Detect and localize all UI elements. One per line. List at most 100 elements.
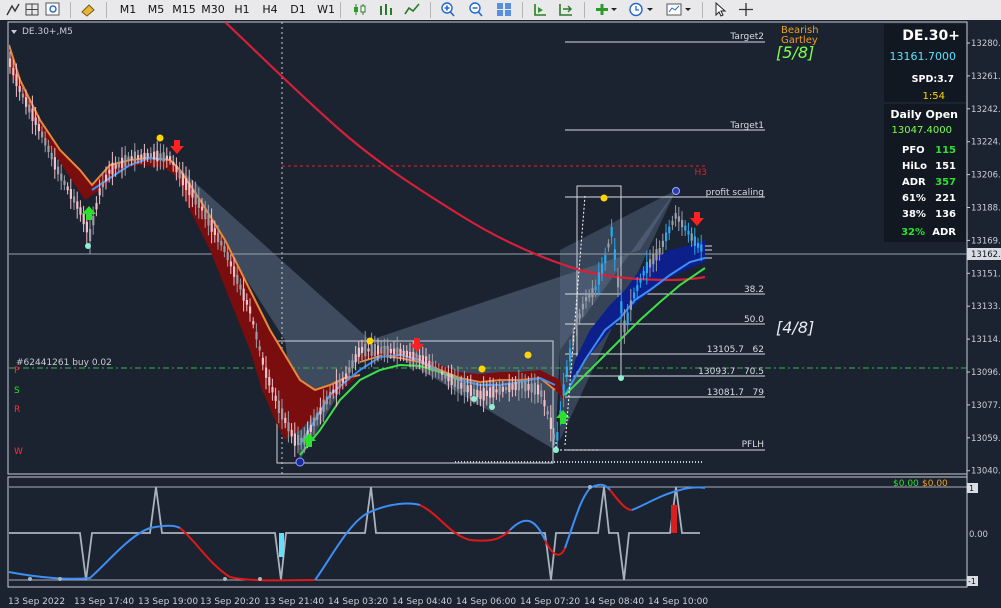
line-tool-icon[interactable]: [5, 2, 21, 17]
candle-body: [511, 384, 514, 390]
candle-body: [185, 177, 188, 191]
info-row-value: 151: [935, 161, 956, 172]
candle-body: [357, 347, 360, 357]
candle-body: [601, 264, 604, 274]
candle-body: [9, 58, 12, 68]
candle-body: [498, 385, 501, 395]
time-axis-label: 14 Sep 04:40: [392, 597, 452, 607]
candle-body: [223, 245, 226, 252]
clock-icon[interactable]: [628, 2, 644, 17]
chart-shift-icon[interactable]: [558, 2, 574, 17]
candle-body: [25, 97, 28, 107]
candle-body: [351, 360, 354, 369]
candle-body: [319, 407, 322, 415]
timeframe-button-m15[interactable]: M15: [172, 1, 196, 18]
candle-body: [626, 312, 629, 326]
candle-body: [354, 354, 357, 363]
toolbar: M1 M5 M15 M30 H1 H4 D1 W1: [0, 0, 1001, 21]
candle-body: [425, 356, 428, 369]
zoom-in-icon[interactable]: [440, 2, 456, 17]
candle-body: [175, 165, 178, 173]
grid-icon[interactable]: [24, 2, 40, 17]
candle-body: [50, 152, 53, 160]
candle-body: [127, 156, 130, 162]
candle-body: [194, 192, 197, 205]
timeframe-button-h4[interactable]: H4: [258, 1, 282, 18]
candle-body: [265, 367, 268, 378]
candle-body: [501, 386, 504, 392]
candle-body: [162, 152, 165, 162]
timeframe-button-w1[interactable]: W1: [314, 1, 338, 18]
candle-body: [581, 303, 584, 310]
info-row-value: 357: [935, 177, 956, 188]
candle-body: [437, 369, 440, 373]
timeframe-button-m1[interactable]: M1: [116, 1, 140, 18]
timeframe-button-m30[interactable]: M30: [201, 1, 225, 18]
candle-body: [204, 209, 207, 220]
candle-chart-icon[interactable]: [352, 2, 368, 17]
candle-body: [236, 274, 239, 284]
zoom-chart-icon[interactable]: [45, 2, 61, 17]
candle-body: [281, 408, 284, 420]
candle-body: [191, 189, 194, 198]
adr-pct-value: 32%: [901, 227, 925, 238]
crosshair-icon[interactable]: [738, 2, 754, 17]
timeframe-button-m5[interactable]: M5: [144, 1, 168, 18]
bar-chart-icon[interactable]: [378, 2, 394, 17]
candle-body: [79, 207, 82, 215]
candle-body: [530, 383, 533, 393]
candle-body: [220, 240, 223, 246]
auto-scroll-icon[interactable]: [532, 2, 548, 17]
candle-body: [367, 348, 370, 352]
candle-body: [105, 174, 108, 182]
candle-body: [201, 206, 204, 211]
zoom-out-icon[interactable]: [468, 2, 484, 17]
candle-body: [633, 292, 636, 299]
candle-body: [431, 361, 434, 372]
chevron-down-icon[interactable]: [610, 2, 618, 17]
candle-body: [521, 382, 524, 389]
price-axis-label: 13242.: [971, 105, 1001, 115]
oscillator-axis-bottom: -1: [968, 577, 976, 586]
candle-body: [239, 284, 242, 290]
candle-body: [466, 385, 469, 393]
candle-body: [34, 117, 37, 125]
line-chart-icon[interactable]: [404, 2, 420, 17]
candle-body: [332, 389, 335, 394]
candle-body: [671, 220, 674, 225]
price-axis-label: 13114.: [971, 335, 1001, 345]
indicators-icon[interactable]: [594, 2, 610, 17]
level-fib-79: 13081.7 79: [707, 388, 765, 398]
cursor-icon[interactable]: [712, 2, 728, 17]
candle-body: [549, 417, 552, 429]
candle-body: [217, 232, 220, 243]
candle-body: [169, 156, 172, 160]
timeframe-button-h1[interactable]: H1: [230, 1, 254, 18]
price-axis-label: 13096.: [971, 368, 1001, 378]
candle-body: [453, 376, 456, 387]
price-axis-label: 13151.: [971, 269, 1001, 279]
candle-body: [463, 382, 466, 393]
daily-open-label: Daily Open: [890, 108, 958, 121]
price-chart[interactable]: DE.30+,M5 #62441261 buy 0.02 P S R W Bea…: [0, 20, 1001, 608]
chevron-down-icon[interactable]: [646, 2, 654, 17]
tile-windows-icon[interactable]: [496, 2, 512, 17]
candle-body: [213, 228, 216, 235]
oscillator-axis-top: 1: [969, 484, 974, 493]
templates-icon[interactable]: [666, 2, 682, 17]
timeframe-button-d1[interactable]: D1: [286, 1, 310, 18]
candle-body: [399, 348, 402, 356]
candle-body: [373, 343, 376, 357]
candle-body: [556, 432, 559, 441]
price-axis-label: 13040.: [971, 467, 1001, 477]
chevron-down-icon[interactable]: [684, 2, 692, 17]
candle-body: [661, 240, 664, 247]
candle-body: [658, 248, 661, 254]
candle-body: [271, 387, 274, 393]
candle-body: [322, 399, 325, 412]
eraser-icon[interactable]: [80, 2, 96, 17]
candle-body: [377, 345, 380, 355]
candle-body: [57, 166, 60, 175]
candle-body: [124, 155, 127, 167]
candle-body: [476, 389, 479, 398]
